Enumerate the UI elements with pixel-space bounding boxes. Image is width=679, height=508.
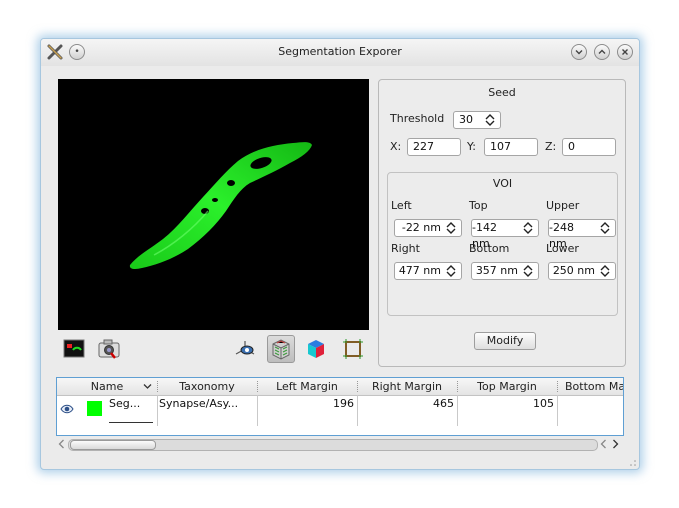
column-header-right-margin[interactable]: Right Margin bbox=[357, 378, 457, 395]
spin-arrows-icon[interactable] bbox=[445, 264, 457, 278]
segmentation-render bbox=[129, 142, 312, 269]
lower-spinbox[interactable]: 250 nm bbox=[548, 262, 616, 280]
left-spinbox[interactable]: -22 nm bbox=[394, 219, 462, 237]
cell-top-margin: 105 bbox=[533, 397, 554, 410]
left-value: -22 nm bbox=[401, 221, 441, 234]
column-header-top-margin[interactable]: Top Margin bbox=[457, 378, 557, 395]
maximize-icon[interactable] bbox=[594, 44, 610, 60]
x-input[interactable]: 227 bbox=[407, 138, 461, 156]
cell-right-margin: 465 bbox=[433, 397, 454, 410]
cell-divider bbox=[157, 395, 158, 426]
bottom-value: 357 nm bbox=[475, 264, 518, 277]
minimize-icon[interactable] bbox=[571, 44, 587, 60]
spin-arrows-icon[interactable] bbox=[484, 113, 496, 127]
right-spinbox[interactable]: 477 nm bbox=[394, 262, 462, 280]
x-label: X: bbox=[390, 140, 402, 153]
bottom-spinbox[interactable]: 357 nm bbox=[471, 262, 539, 280]
horizontal-scrollbar[interactable] bbox=[56, 437, 622, 451]
bounding-box-icon[interactable] bbox=[342, 338, 364, 360]
spin-arrows-icon[interactable] bbox=[522, 221, 534, 235]
resize-grip-icon[interactable] bbox=[629, 459, 637, 467]
left-label: Left bbox=[391, 199, 412, 212]
z-input[interactable]: 0 bbox=[562, 138, 616, 156]
y-input[interactable]: 107 bbox=[484, 138, 538, 156]
lower-label: Lower bbox=[546, 242, 579, 255]
cell-taxonomy: Synapse/Asy... bbox=[159, 397, 239, 410]
threshold-spinbox[interactable]: 30 bbox=[453, 111, 501, 129]
scroll-left-icon[interactable] bbox=[57, 439, 66, 449]
column-header-bottom-margin[interactable]: Bottom Ma bbox=[557, 378, 623, 395]
right-label: Right bbox=[391, 242, 420, 255]
spin-arrows-icon[interactable] bbox=[522, 264, 534, 278]
column-header-taxonomy[interactable]: Taxonomy bbox=[157, 378, 257, 395]
sort-chevron-icon[interactable] bbox=[143, 383, 152, 390]
window-title: Segmentation Exporer bbox=[278, 45, 402, 58]
scroll-thumb[interactable] bbox=[70, 440, 156, 450]
upper-spinbox[interactable]: -248 nm bbox=[548, 219, 616, 250]
z-label: Z: bbox=[545, 140, 557, 153]
y-label: Y: bbox=[467, 140, 476, 153]
column-header-left-margin[interactable]: Left Margin bbox=[257, 378, 357, 395]
top-spinbox[interactable]: -142 nm bbox=[471, 219, 539, 250]
scroll-right-icon[interactable] bbox=[611, 439, 620, 449]
3d-viewer[interactable] bbox=[58, 79, 369, 330]
lower-value: 250 nm bbox=[552, 264, 595, 277]
seed-panel: Seed Threshold 30 X: 227 Y: 107 Z: 0 VOI… bbox=[378, 79, 626, 367]
segmentation-table: Name Taxonomy Left Margin Right Margin T… bbox=[56, 377, 624, 436]
segment-color-swatch bbox=[87, 401, 102, 416]
cell-left-margin: 196 bbox=[333, 397, 354, 410]
spin-arrows-icon[interactable] bbox=[445, 221, 457, 235]
segmentation-explorer-window: • Segmentation Exporer Seed Threshold 30… bbox=[40, 38, 640, 470]
visibility-eye-icon[interactable] bbox=[60, 404, 74, 414]
spin-arrows-icon[interactable] bbox=[599, 221, 611, 235]
cube-render-icon[interactable] bbox=[305, 338, 327, 360]
close-icon[interactable] bbox=[617, 44, 633, 60]
snapshot-camera-icon[interactable] bbox=[98, 338, 120, 360]
right-value: 477 nm bbox=[398, 264, 441, 277]
table-header: Name Taxonomy Left Margin Right Margin T… bbox=[57, 378, 623, 396]
spin-arrows-icon[interactable] bbox=[599, 264, 611, 278]
column-header-name[interactable]: Name bbox=[57, 378, 157, 395]
title-bar: • Segmentation Exporer bbox=[41, 39, 639, 66]
top-label: Top bbox=[469, 199, 488, 212]
cell-bottom-margin bbox=[559, 396, 621, 425]
cell-divider bbox=[557, 395, 558, 426]
seed-title: Seed bbox=[488, 86, 516, 99]
bottom-label: Bottom bbox=[469, 242, 510, 255]
scroll-left-icon[interactable] bbox=[599, 439, 608, 449]
column-header-label: Name bbox=[90, 380, 124, 393]
threshold-value: 30 bbox=[459, 113, 473, 126]
modify-button[interactable]: Modify bbox=[474, 332, 536, 350]
name-underline bbox=[109, 422, 153, 423]
volume-render-button[interactable] bbox=[267, 335, 295, 363]
voi-title: VOI bbox=[492, 177, 513, 190]
volume-render-icon bbox=[272, 339, 290, 360]
cell-name: Seg... bbox=[109, 397, 141, 410]
reset-camera-icon[interactable] bbox=[234, 338, 256, 360]
voi-group: VOI Left Top Upper -22 nm -142 nm -248 n… bbox=[387, 172, 618, 316]
threshold-label: Threshold bbox=[390, 112, 445, 125]
render-view-icon[interactable] bbox=[63, 338, 85, 360]
upper-label: Upper bbox=[546, 199, 580, 212]
